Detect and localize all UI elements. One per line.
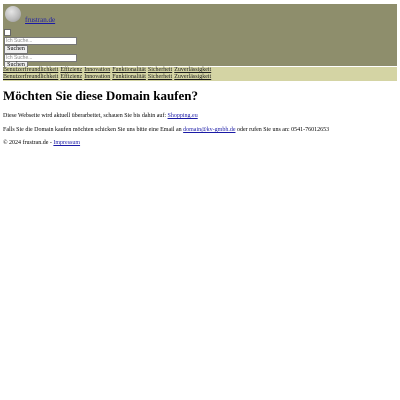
footer: © 2024 frustran.de - Impressum: [3, 139, 80, 147]
nav-bar: Benutzerfreundlichkeit Effizienz Innovatio…: [3, 67, 397, 74]
logo-icon: [5, 6, 21, 22]
nav-item-effizienz[interactable]: Effizienz: [60, 67, 82, 73]
nav-item-benutzerfreundlichkeit[interactable]: Benutzerfreundlichkeit: [3, 67, 58, 73]
nav-item-innovation[interactable]: Innovation: [84, 74, 110, 80]
email-link[interactable]: domain@kv-gmbh.de: [183, 127, 235, 133]
page-title: Möchten Sie diese Domain kaufen?: [3, 88, 198, 103]
site-header: frustran.de Ich Suche... Suchen Ich Such…: [3, 4, 397, 70]
info-text: Diese Webseite wird aktuell überarbeitet…: [3, 112, 198, 120]
search-button[interactable]: Suchen: [4, 45, 28, 54]
shopping-link[interactable]: Shopping.eu: [168, 113, 198, 119]
nav-item-zuverlaessigkeit[interactable]: Zuverlässigkeit: [174, 74, 211, 80]
search-input[interactable]: Ich Suche...: [4, 37, 77, 45]
nav-item-funktionalitaet[interactable]: Funktionalität: [112, 67, 146, 73]
contact-text-after: oder rufen Sie uns an: 0541-76012653: [236, 127, 330, 133]
contact-text-before: Falls Sie die Domain kaufen möchten schi…: [3, 127, 182, 133]
impressum-link[interactable]: Impressum: [53, 140, 80, 146]
nav-item-effizienz[interactable]: Effizienz: [60, 74, 82, 80]
nav-item-zuverlaessigkeit[interactable]: Zuverlässigkeit: [174, 67, 211, 73]
menu-checkbox[interactable]: [4, 29, 11, 36]
nav-item-sicherheit[interactable]: Sicherheit: [148, 67, 172, 73]
nav-bar-secondary: Benutzerfreundlichkeit Effizienz Innovatio…: [3, 74, 397, 81]
nav-item-innovation[interactable]: Innovation: [84, 67, 110, 73]
nav-item-funktionalitaet[interactable]: Funktionalität: [112, 74, 146, 80]
copyright-text: © 2024 frustran.de -: [3, 140, 52, 146]
info-text-label: Diese Webseite wird aktuell überarbeitet…: [3, 113, 167, 119]
logo-link[interactable]: frustran.de: [25, 16, 55, 24]
nav-item-benutzerfreundlichkeit[interactable]: Benutzerfreundlichkeit: [3, 74, 58, 80]
nav-item-sicherheit[interactable]: Sicherheit: [148, 74, 172, 80]
contact-text: Falls Sie die Domain kaufen möchten schi…: [3, 126, 329, 134]
